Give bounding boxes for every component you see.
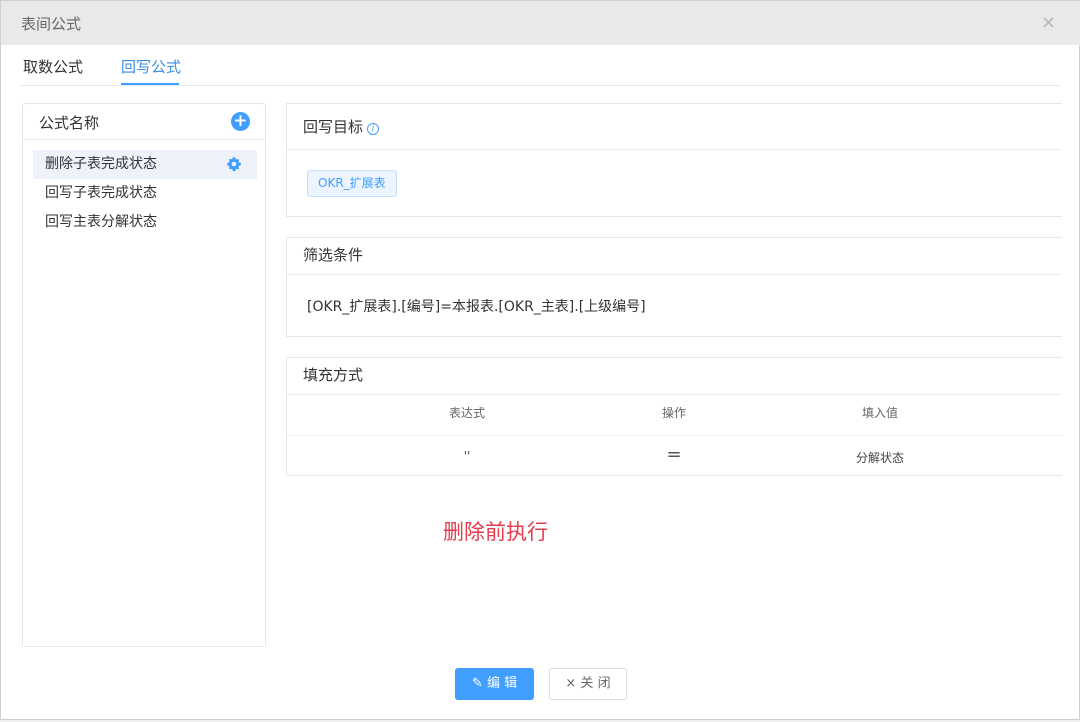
formula-list-header: 公式名称 + <box>23 104 265 140</box>
pencil-icon: ✎ <box>471 676 483 691</box>
column-header-expression: 表达式 <box>448 406 485 420</box>
formula-dialog: 表间公式 × 取数公式 回写公式 公式名称 + 删除子表完成状态 回写子表完成状… <box>0 0 1080 720</box>
add-formula-icon[interactable]: + <box>231 112 250 131</box>
writeback-target-card: 回写目标 i OKR_扩展表 <box>286 103 1062 217</box>
info-icon[interactable]: i <box>367 123 380 135</box>
formula-item-writeback-main-status[interactable]: 回写主表分解状态 <box>33 208 257 237</box>
edit-button-label: 编 辑 <box>486 676 518 691</box>
column-header-operation: 操作 <box>661 406 686 420</box>
close-icon[interactable]: × <box>1041 13 1056 33</box>
filter-condition-card: 筛选条件 [OKR_扩展表].[编号]=本报表.[OKR_主表].[上级编号] <box>286 237 1062 337</box>
dialog-titlebar: 表间公式 × <box>1 1 1080 45</box>
writeback-target-header: 回写目标 i <box>287 104 1062 150</box>
formula-list-panel: 公式名称 + 删除子表完成状态 回写子表完成状态 回写主表分解状态 <box>22 103 266 647</box>
formula-item-writeback-child-status[interactable]: 回写子表完成状态 <box>33 179 257 208</box>
dialog-title: 表间公式 <box>21 15 82 33</box>
tab-bar: 取数公式 回写公式 <box>21 45 1061 86</box>
active-tab-indicator <box>121 83 179 85</box>
filter-expression: [OKR_扩展表].[编号]=本报表.[OKR_主表].[上级编号] <box>307 299 646 315</box>
tab-fetch-formula[interactable]: 取数公式 <box>23 56 83 77</box>
close-button[interactable]: × 关 闭 <box>549 668 627 700</box>
annotation-note: 删除前执行 <box>443 520 548 544</box>
cell-value: 分解状态 <box>855 451 904 465</box>
cell-expression: '' <box>463 449 471 463</box>
formula-item-label: 删除子表完成状态 <box>45 156 157 172</box>
column-header-value: 填入值 <box>861 406 898 420</box>
formula-list-title: 公式名称 <box>39 114 100 132</box>
formula-item-label: 回写主表分解状态 <box>45 214 157 230</box>
formula-item-label: 回写子表完成状态 <box>45 185 157 201</box>
gear-icon[interactable] <box>226 156 242 172</box>
formula-list: 删除子表完成状态 回写子表完成状态 回写主表分解状态 <box>33 150 257 237</box>
fill-method-card: 填充方式 表达式 操作 填入值 '' = 分解状态 <box>286 357 1063 476</box>
cell-operation: = <box>666 444 682 465</box>
target-table-tag: OKR_扩展表 <box>307 170 397 197</box>
edit-button[interactable]: ✎ 编 辑 <box>455 668 534 700</box>
filter-condition-header: 筛选条件 <box>287 238 1062 275</box>
tab-writeback-formula[interactable]: 回写公式 <box>121 56 181 77</box>
formula-item-delete-child-status[interactable]: 删除子表完成状态 <box>33 150 257 179</box>
table-row-divider <box>287 435 1063 436</box>
writeback-target-title: 回写目标 <box>303 118 364 136</box>
fill-method-header: 填充方式 <box>287 358 1062 395</box>
